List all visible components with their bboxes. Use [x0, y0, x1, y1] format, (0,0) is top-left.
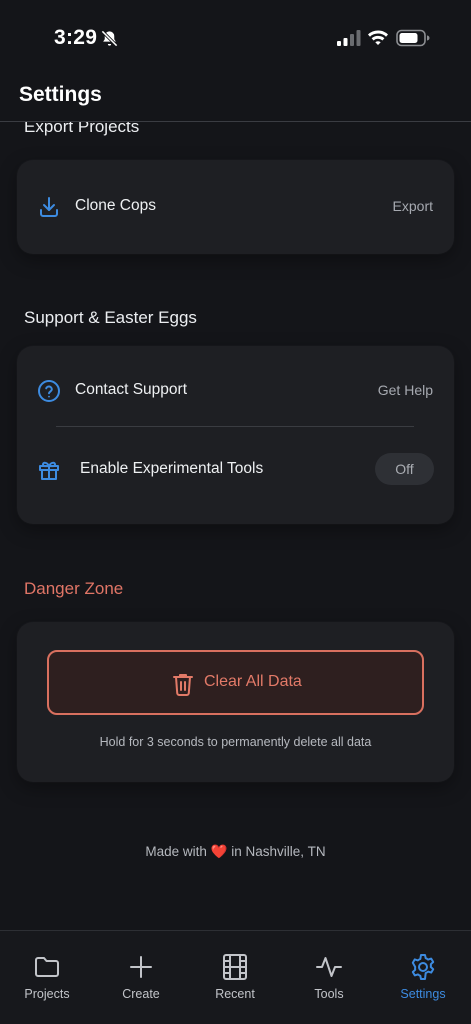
tab-create[interactable]: Create — [94, 931, 188, 1024]
tab-settings[interactable]: Settings — [376, 931, 470, 1024]
tab-label: Create — [122, 987, 160, 1001]
footer-suffix: in Nashville, TN — [231, 844, 326, 859]
navigation-header: Settings — [0, 78, 471, 122]
question-circle-icon — [38, 380, 60, 402]
export-project-row[interactable]: Clone Cops Export — [17, 182, 454, 232]
download-icon — [40, 197, 58, 217]
folder-icon — [35, 957, 59, 977]
tab-tools[interactable]: Tools — [282, 931, 376, 1024]
tab-label: Tools — [314, 987, 344, 1001]
settings-screen: 3:29 Settings Export Projects Clone Cops… — [0, 0, 471, 1024]
wifi-icon — [368, 30, 388, 45]
get-help-button[interactable]: Get Help — [378, 382, 433, 398]
tab-label: Projects — [24, 987, 70, 1001]
row-divider — [56, 426, 414, 427]
contact-support-row[interactable]: Contact Support Get Help — [17, 366, 454, 416]
danger-zone-title: Danger Zone — [24, 579, 124, 598]
clear-all-data-button[interactable]: Clear All Data — [47, 650, 424, 715]
project-name: Clone Cops — [75, 197, 156, 214]
activity-icon — [316, 957, 342, 977]
support-section-title: Support & Easter Eggs — [24, 308, 197, 327]
made-with-love-note: Made with ❤️ in Nashville, TN — [0, 844, 471, 860]
footer-prefix: Made with — [145, 844, 207, 859]
experimental-tools-toggle[interactable]: Off — [375, 453, 434, 485]
tab-label: Recent — [215, 987, 255, 1001]
danger-hint-text: Hold for 3 seconds to permanently delete… — [99, 735, 372, 749]
plus-icon — [130, 956, 152, 978]
bell-slash-icon — [101, 30, 118, 47]
clear-all-data-label: Clear All Data — [204, 673, 302, 690]
tab-recent[interactable]: Recent — [188, 931, 282, 1024]
status-time: 3:29 — [54, 26, 98, 49]
status-bar: 3:29 — [0, 0, 471, 78]
settings-content[interactable]: Export Projects Clone Cops Export Suppor… — [0, 122, 471, 930]
gift-icon — [39, 461, 59, 480]
support-card: Contact Support Get Help Enable Experime… — [17, 346, 454, 524]
export-card: Clone Cops Export — [17, 160, 454, 254]
tab-bar: Projects Create Recent Tools Settings — [0, 930, 471, 1024]
tab-projects[interactable]: Projects — [0, 931, 94, 1024]
gear-icon — [411, 954, 435, 980]
experimental-tools-row[interactable]: Enable Experimental Tools Off — [17, 445, 454, 495]
battery-icon — [396, 29, 430, 47]
heart-icon: ❤️ — [210, 844, 228, 859]
tab-label: Settings — [400, 987, 446, 1001]
danger-zone-card: Clear All Data Hold for 3 seconds to per… — [17, 622, 454, 782]
experimental-tools-label: Enable Experimental Tools — [80, 460, 264, 477]
cellular-signal-icon — [337, 30, 361, 46]
trash-icon — [173, 674, 193, 696]
page-title: Settings — [19, 83, 102, 106]
contact-support-label: Contact Support — [75, 381, 188, 398]
export-button[interactable]: Export — [393, 198, 433, 214]
film-icon — [223, 954, 247, 980]
export-section-title: Export Projects — [24, 122, 140, 136]
